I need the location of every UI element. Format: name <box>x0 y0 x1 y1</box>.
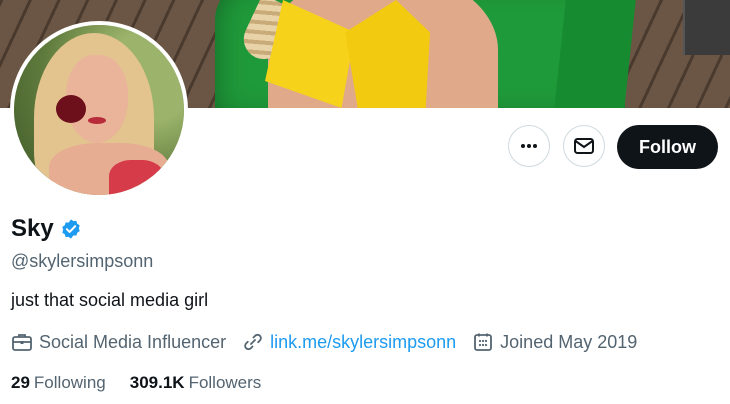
name-row: Sky <box>11 215 82 243</box>
banner-towel-fold <box>553 0 637 108</box>
category-label: Social Media Influencer <box>39 331 227 352</box>
category-item: Social Media Influencer <box>11 331 226 353</box>
verified-badge-icon[interactable] <box>60 218 82 240</box>
briefcase-icon <box>12 334 32 351</box>
joined-item: Joined May 2019 <box>472 331 637 353</box>
following-label: Following <box>33 373 106 392</box>
followers-link[interactable]: 309.1K Followers <box>130 373 262 393</box>
profile-bio: just that social media girl <box>11 290 209 310</box>
website-link[interactable]: link.me/skylersimpsonn <box>270 332 456 353</box>
link-icon <box>244 333 262 351</box>
avatar-top <box>109 160 164 195</box>
followers-count: 309.1K <box>129 373 185 392</box>
avatar-apple <box>56 95 86 123</box>
following-link[interactable]: 29 Following <box>11 373 106 393</box>
mail-icon <box>574 138 594 154</box>
follow-button[interactable]: Follow <box>617 125 718 169</box>
calendar-icon <box>474 333 493 351</box>
more-icon <box>521 144 537 148</box>
joined-label: Joined May 2019 <box>500 331 638 352</box>
avatar[interactable] <box>14 25 184 195</box>
following-count: 29 <box>11 373 30 392</box>
message-button[interactable] <box>563 125 605 167</box>
more-button[interactable] <box>508 125 550 167</box>
profile-handle: @skylersimpsonn <box>11 251 154 271</box>
website-item[interactable]: link.me/skylersimpsonn <box>242 331 456 353</box>
follow-stats: 29 Following 309.1K Followers <box>11 373 285 393</box>
profile-meta: Social Media Influencer link.me/skylersi… <box>11 331 653 353</box>
followers-label: Followers <box>188 373 262 392</box>
avatar-lips <box>88 117 106 124</box>
display-name: Sky <box>11 215 54 242</box>
banner-chair <box>683 0 730 55</box>
